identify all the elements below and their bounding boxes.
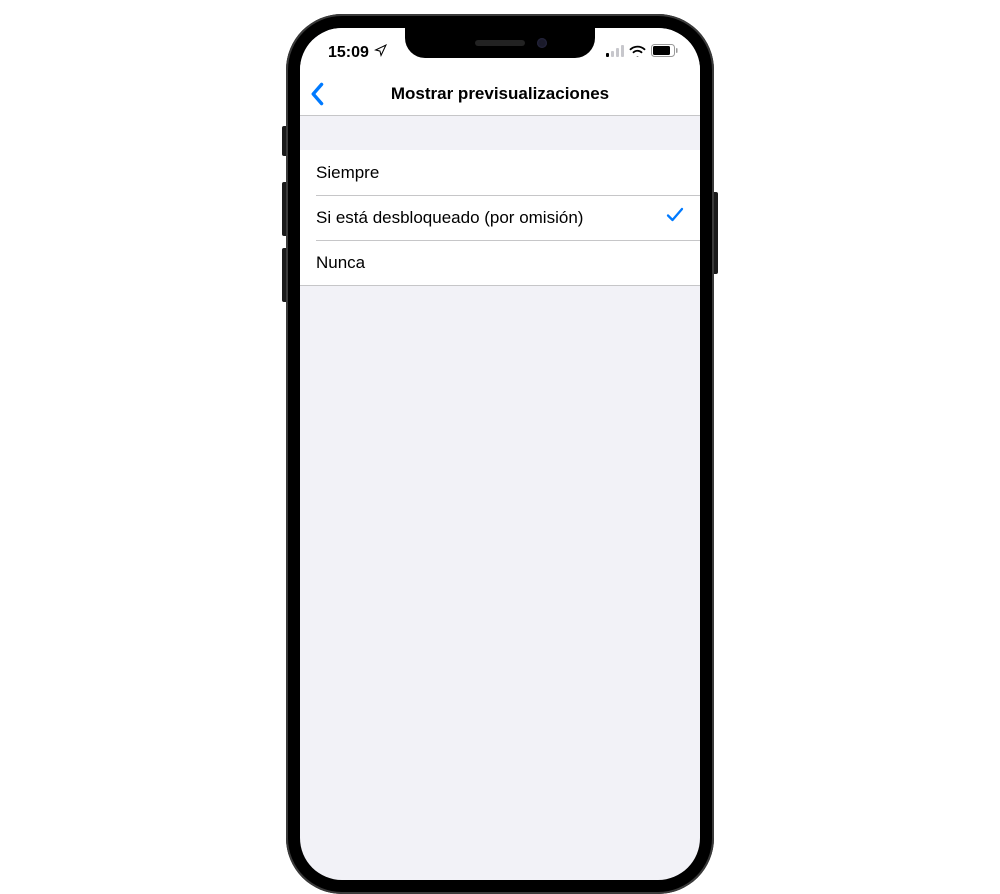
cellular-icon (606, 44, 624, 62)
status-right (606, 38, 678, 62)
mute-switch (282, 126, 286, 156)
location-icon (374, 44, 387, 62)
front-camera (537, 38, 547, 48)
option-label: Siempre (316, 163, 379, 183)
power-button (714, 192, 718, 274)
option-always[interactable]: Siempre (300, 150, 700, 195)
volume-up-button (282, 182, 286, 236)
option-label: Nunca (316, 253, 365, 273)
notch (405, 28, 595, 58)
option-never[interactable]: Nunca (300, 240, 700, 285)
option-when-unlocked[interactable]: Si está desbloqueado (por omisión) (300, 195, 700, 240)
phone-frame: 15:09 (286, 14, 714, 894)
speaker (475, 40, 525, 46)
section-gap (300, 116, 700, 150)
checkmark-icon (666, 206, 684, 229)
volume-down-button (282, 248, 286, 302)
battery-icon (651, 44, 678, 62)
wifi-icon (629, 44, 646, 62)
page-title: Mostrar previsualizaciones (391, 84, 609, 104)
status-left: 15:09 (328, 38, 387, 62)
options-list: Siempre Si está desbloqueado (por omisió… (300, 150, 700, 286)
nav-bar: Mostrar previsualizaciones (300, 72, 700, 116)
screen: 15:09 (300, 28, 700, 880)
option-label: Si está desbloqueado (por omisión) (316, 208, 583, 228)
chevron-left-icon (308, 82, 328, 106)
status-time: 15:09 (328, 44, 369, 62)
back-button[interactable] (308, 82, 328, 106)
